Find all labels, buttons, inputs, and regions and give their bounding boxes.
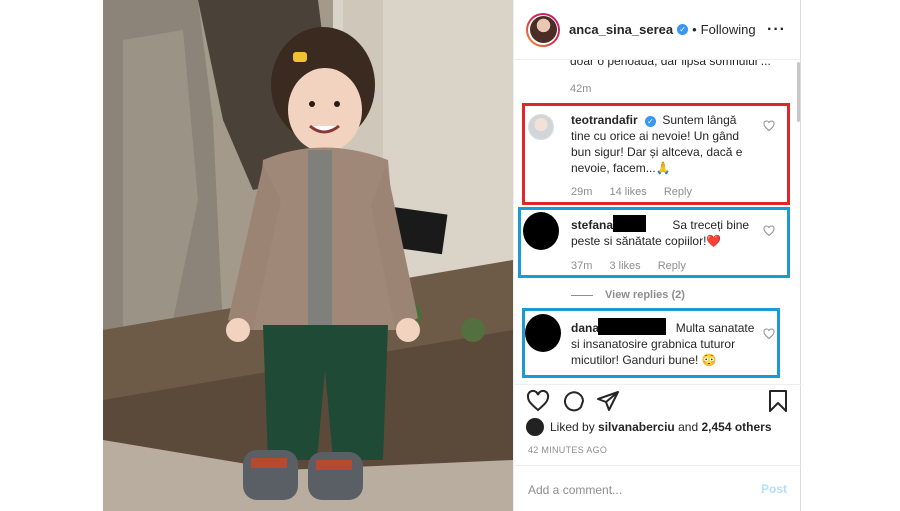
- more-options-icon[interactable]: ···: [767, 21, 786, 39]
- post-comment-button[interactable]: Post: [761, 482, 787, 496]
- author-username[interactable]: anca_sina_serea: [569, 22, 673, 37]
- redacted-name: [613, 215, 646, 232]
- liker-avatar[interactable]: [526, 418, 544, 436]
- verified-badge-icon: ✓: [677, 24, 689, 35]
- post-photo[interactable]: [103, 0, 513, 511]
- comment-icon[interactable]: [561, 389, 585, 413]
- redacted-name: [598, 318, 666, 335]
- add-comment-input[interactable]: [528, 481, 738, 499]
- add-comment-bar: Post: [514, 465, 802, 511]
- liked-by-line: Liked by silvanaberciu and 2,454 others: [526, 418, 772, 436]
- view-replies-button[interactable]: View replies (2): [571, 289, 685, 301]
- redacted-avatar: [523, 212, 559, 250]
- likes-count[interactable]: 2,454 others: [701, 420, 771, 434]
- liked-by-prefix: Liked by: [550, 420, 595, 434]
- liker-username[interactable]: silvanaberciu: [598, 420, 675, 434]
- share-icon[interactable]: [596, 389, 620, 413]
- highlight-box-red: [522, 103, 790, 205]
- previous-comment-time: 42m: [570, 83, 592, 95]
- heart-icon[interactable]: [526, 389, 550, 413]
- instagram-post-view: anca_sina_serea ✓ • Following ··· doar o…: [0, 0, 900, 511]
- header-separator: •: [692, 22, 697, 37]
- bookmark-icon[interactable]: [766, 389, 790, 413]
- highlight-box-blue: [518, 207, 790, 278]
- post-timestamp[interactable]: 42 MINUTES AGO: [528, 445, 607, 455]
- post-header: anca_sina_serea ✓ • Following ···: [514, 0, 802, 60]
- following-button[interactable]: Following: [701, 22, 756, 37]
- redacted-avatar: [525, 314, 561, 352]
- author-avatar-image: [529, 16, 557, 43]
- comments-scrollbar[interactable]: [797, 62, 800, 122]
- replies-divider-line: [571, 294, 593, 296]
- post-actions-bar: [514, 384, 802, 420]
- child-photo-image: [103, 0, 513, 511]
- author-avatar[interactable]: [526, 12, 560, 47]
- previous-comment-text: doar o perioada, dar lipsa somnului ...: [570, 60, 771, 68]
